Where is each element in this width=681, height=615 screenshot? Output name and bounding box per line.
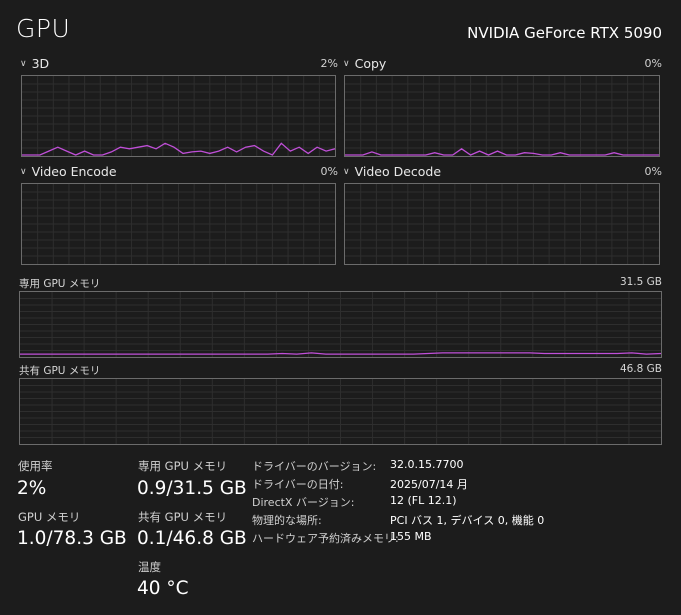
info-value: 12 (FL 12.1) xyxy=(390,494,457,507)
info-label: DirectX バージョン: xyxy=(252,496,355,509)
graph-canvas xyxy=(22,76,335,156)
engine-percent: 0% xyxy=(644,57,662,70)
gpu-memory-stat-label: GPU メモリ xyxy=(18,510,81,524)
engine-percent: 0% xyxy=(644,165,662,178)
utilization-label: 使用率 xyxy=(18,459,53,473)
engine-selector-video-decode[interactable]: ∨ Video Decode xyxy=(343,164,441,179)
info-value: 155 MB xyxy=(390,530,432,543)
engine-label: Video Encode xyxy=(31,164,117,179)
dedicated-memory-stat-value: 0.9/31.5 GB xyxy=(137,478,247,499)
graph-canvas xyxy=(345,76,659,156)
shared-memory-graph xyxy=(19,378,662,445)
info-value: 32.0.15.7700 xyxy=(390,458,464,471)
chevron-down-icon: ∨ xyxy=(20,58,27,69)
temperature-label: 温度 xyxy=(138,560,161,574)
info-label: ハードウェア予約済みメモリ: xyxy=(252,532,399,545)
info-label: ドライバーの日付: xyxy=(252,478,344,491)
shared-memory-max: 46.8 GB xyxy=(619,363,662,375)
dedicated-memory-label: 専用 GPU メモリ xyxy=(19,278,101,290)
engine-graph-video-encode xyxy=(21,183,336,265)
engine-label: Copy xyxy=(354,56,387,71)
shared-memory-label: 共有 GPU メモリ xyxy=(19,365,101,377)
shared-memory-stat-label: 共有 GPU メモリ xyxy=(138,510,228,524)
gpu-name: NVIDIA GeForce RTX 5090 xyxy=(467,24,662,42)
engine-label: Video Decode xyxy=(354,164,442,179)
utilization-value: 2% xyxy=(17,478,47,499)
info-label: ドライバーのバージョン: xyxy=(252,460,377,473)
info-value: PCI バス 1, デバイス 0, 機能 0 xyxy=(390,514,545,527)
graph-canvas xyxy=(20,379,661,444)
chevron-down-icon: ∨ xyxy=(343,58,350,69)
chevron-down-icon: ∨ xyxy=(343,166,350,177)
shared-memory-stat-value: 0.1/46.8 GB xyxy=(137,528,247,549)
engine-label: 3D xyxy=(31,56,50,71)
dedicated-memory-max: 31.5 GB xyxy=(619,276,662,288)
engine-selector-copy[interactable]: ∨ Copy xyxy=(343,56,386,71)
page-title: GPU xyxy=(16,14,71,43)
graph-canvas xyxy=(345,184,659,264)
engine-graph-video-decode xyxy=(344,183,660,265)
info-label: 物理的な場所: xyxy=(252,514,322,527)
temperature-value: 40 °C xyxy=(137,578,189,599)
engine-graph-3d xyxy=(21,75,336,157)
graph-canvas xyxy=(22,184,335,264)
engine-percent: 0% xyxy=(320,165,338,178)
info-value: 2025/07/14 月 xyxy=(390,478,468,491)
engine-percent: 2% xyxy=(320,57,338,70)
gpu-memory-stat-value: 1.0/78.3 GB xyxy=(17,528,127,549)
graph-canvas xyxy=(20,292,661,357)
dedicated-memory-graph xyxy=(19,291,662,358)
chevron-down-icon: ∨ xyxy=(20,166,27,177)
engine-selector-video-encode[interactable]: ∨ Video Encode xyxy=(20,164,117,179)
engine-graph-copy xyxy=(344,75,660,157)
dedicated-memory-stat-label: 専用 GPU メモリ xyxy=(138,459,228,473)
engine-selector-3d[interactable]: ∨ 3D xyxy=(20,56,49,71)
